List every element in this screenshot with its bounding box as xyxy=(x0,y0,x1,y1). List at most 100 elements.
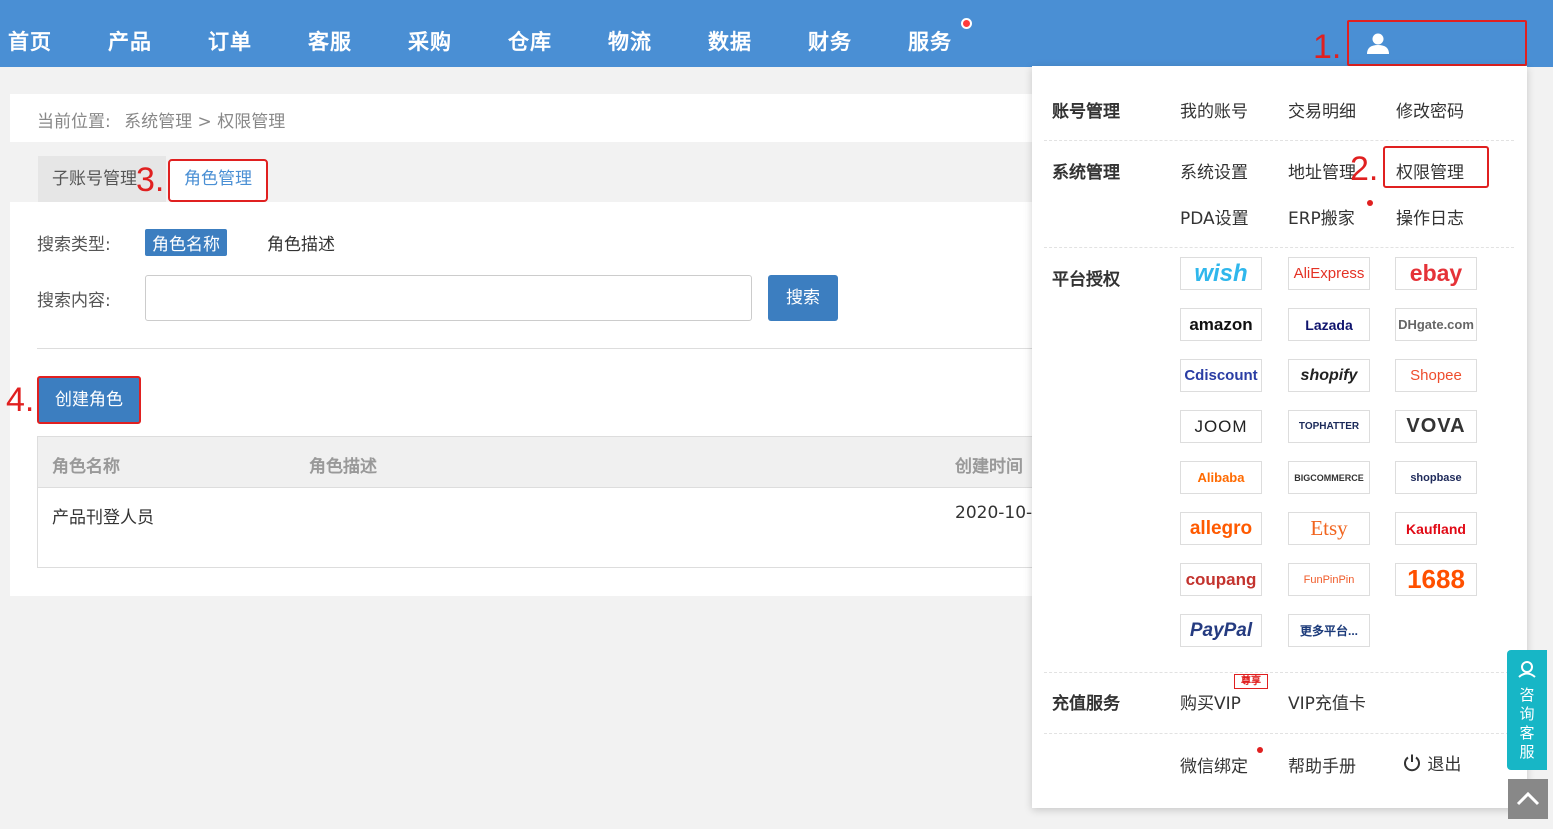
back-to-top-button[interactable] xyxy=(1508,779,1548,819)
nav-customer-service[interactable]: 客服 xyxy=(308,26,352,56)
platform-vova-logo[interactable]: VOVA xyxy=(1395,410,1477,443)
nav-orders[interactable]: 订单 xyxy=(208,26,252,56)
logo-text: allegro xyxy=(1189,517,1253,539)
vip-badge: 尊享 xyxy=(1234,674,1268,689)
consult-label: 咨询客服 xyxy=(1519,686,1535,761)
link-vip-card[interactable]: VIP充值卡 xyxy=(1288,689,1366,714)
platform-shopify-logo[interactable]: shopify xyxy=(1288,359,1370,392)
logo-text: 1688 xyxy=(1407,564,1465,594)
platform-shopbase-logo[interactable]: shopbase xyxy=(1395,461,1477,494)
search-type-label: 搜索类型: xyxy=(37,235,111,255)
separator xyxy=(1044,733,1514,734)
link-permission-management[interactable]: 权限管理 xyxy=(1396,158,1464,183)
logout-button[interactable]: 退出 xyxy=(1402,750,1461,775)
platform-wish-logo[interactable]: wish xyxy=(1180,257,1262,290)
logo-text: amazon xyxy=(1189,314,1253,334)
create-role-button[interactable]: 创建角色 xyxy=(37,376,141,424)
link-transactions[interactable]: 交易明细 xyxy=(1288,97,1356,122)
link-system-settings[interactable]: 系统设置 xyxy=(1180,158,1248,183)
breadcrumb-system[interactable]: 系统管理 xyxy=(124,112,192,132)
search-type-role-desc[interactable]: 角色描述 xyxy=(267,230,335,255)
platform-bigcommerce-logo[interactable]: BIGCOMMERCE xyxy=(1288,461,1370,494)
logo-text: Alibaba xyxy=(1197,470,1245,485)
nav-data[interactable]: 数据 xyxy=(708,26,752,56)
platform-paypal-logo[interactable]: PayPal xyxy=(1180,614,1262,647)
consult-service-button[interactable]: 咨询客服 xyxy=(1507,650,1547,770)
main-content: 搜索类型: 角色名称 角色描述 搜索内容: 搜索 创建角色 角色名称 角色描述 … xyxy=(10,202,1043,596)
platform-cdiscount-logo[interactable]: Cdiscount xyxy=(1180,359,1262,392)
platform-kaufland-logo[interactable]: Kaufland xyxy=(1395,512,1477,545)
separator xyxy=(1044,140,1514,141)
platform-shopee-logo[interactable]: Shopee xyxy=(1395,359,1477,392)
table-header: 角色名称 角色描述 创建时间 xyxy=(38,437,1039,488)
nav-warehouse[interactable]: 仓库 xyxy=(508,26,552,56)
search-content-label: 搜索内容: xyxy=(37,291,111,311)
section-account-title: 账号管理 xyxy=(1052,102,1120,122)
platform-ebay-logo[interactable]: ebay xyxy=(1395,257,1477,290)
link-help-manual[interactable]: 帮助手册 xyxy=(1288,752,1356,777)
chevron-up-icon xyxy=(1516,791,1540,806)
separator xyxy=(1044,247,1514,248)
nav-logistics[interactable]: 物流 xyxy=(608,26,652,56)
headset-icon xyxy=(1518,661,1536,678)
notification-dot xyxy=(1367,200,1373,206)
role-table: 角色名称 角色描述 创建时间 产品刊登人员 2020-10-2 xyxy=(37,436,1043,568)
power-icon xyxy=(1404,754,1420,772)
breadcrumb-separator: > xyxy=(197,112,212,132)
notification-dot xyxy=(961,18,972,29)
logo-text: Kaufland xyxy=(1406,520,1466,537)
platform-dhgate-logo[interactable]: DHgate.com xyxy=(1395,308,1477,341)
platform-alibaba-logo[interactable]: Alibaba xyxy=(1180,461,1262,494)
user-dropdown: 账号管理 我的账号 交易明细 修改密码 系统管理 系统设置 地址管理 2. 权限… xyxy=(1032,66,1527,808)
platform-funpinpin-logo[interactable]: FunPinPin xyxy=(1288,563,1370,596)
breadcrumb-current: 权限管理 xyxy=(217,112,286,132)
link-address-management[interactable]: 地址管理 xyxy=(1288,158,1356,183)
platform-lazada-logo[interactable]: Lazada xyxy=(1288,308,1370,341)
platform-1688-logo[interactable]: 1688 xyxy=(1395,563,1477,596)
header-role-name: 角色名称 xyxy=(52,457,120,477)
platform-allegro-logo[interactable]: allegro xyxy=(1180,512,1262,545)
nav-home[interactable]: 首页 xyxy=(8,26,52,56)
breadcrumb: 当前位置: 系统管理 > 权限管理 xyxy=(37,107,285,132)
section-platform-title: 平台授权 xyxy=(1052,270,1120,290)
nav-services[interactable]: 服务 xyxy=(908,26,952,56)
logo-text: TOPHATTER xyxy=(1298,421,1360,432)
nav-finance[interactable]: 财务 xyxy=(808,26,852,56)
cell-role-name: 产品刊登人员 xyxy=(52,508,154,528)
search-input[interactable] xyxy=(145,275,752,321)
platform-joom-logo[interactable]: JOOM xyxy=(1180,410,1262,443)
nav-products[interactable]: 产品 xyxy=(108,26,152,56)
logo-text: ebay xyxy=(1409,260,1463,286)
link-wechat-bind[interactable]: 微信绑定 xyxy=(1180,752,1248,777)
logo-text: Shopee xyxy=(1410,367,1462,384)
search-button[interactable]: 搜索 xyxy=(768,275,838,321)
link-pda-settings[interactable]: PDA设置 xyxy=(1180,204,1249,229)
nav-purchase[interactable]: 采购 xyxy=(408,26,452,56)
logo-text: FunPinPin xyxy=(1303,573,1355,586)
link-operation-log[interactable]: 操作日志 xyxy=(1396,204,1464,229)
logo-text: shopify xyxy=(1300,366,1358,384)
logo-text: DHgate.com xyxy=(1398,317,1474,332)
platform-etsy-logo[interactable]: Etsy xyxy=(1288,512,1370,545)
logo-text: 更多平台... xyxy=(1299,624,1358,638)
annotation-2: 2. xyxy=(1350,150,1379,188)
tab-bar: 子账号管理 角色管理 xyxy=(10,142,1040,202)
platform-tophatter-logo[interactable]: TOPHATTER xyxy=(1288,410,1370,443)
logo-text: shopbase xyxy=(1410,471,1462,484)
logo-text: Etsy xyxy=(1310,516,1348,540)
notification-dot xyxy=(1257,747,1263,753)
tab-role-management[interactable]: 角色管理 xyxy=(168,159,268,202)
link-my-account[interactable]: 我的账号 xyxy=(1180,97,1248,122)
logo-text: JOOM xyxy=(1194,416,1248,436)
more-platforms-button[interactable]: 更多平台... xyxy=(1288,614,1370,647)
link-buy-vip[interactable]: 购买VIP xyxy=(1180,689,1241,714)
logo-text: PayPal xyxy=(1189,619,1253,641)
link-erp-migration[interactable]: ERP搬家 xyxy=(1288,204,1355,229)
platform-amazon-logo[interactable]: amazon xyxy=(1180,308,1262,341)
link-change-password[interactable]: 修改密码 xyxy=(1396,97,1464,122)
user-menu-button[interactable] xyxy=(1347,20,1527,66)
search-type-role-name[interactable]: 角色名称 xyxy=(145,229,227,256)
platform-aliexpress-logo[interactable]: AliExpress xyxy=(1288,257,1370,290)
header-created: 创建时间 xyxy=(955,457,1023,477)
platform-coupang-logo[interactable]: coupang xyxy=(1180,563,1262,596)
